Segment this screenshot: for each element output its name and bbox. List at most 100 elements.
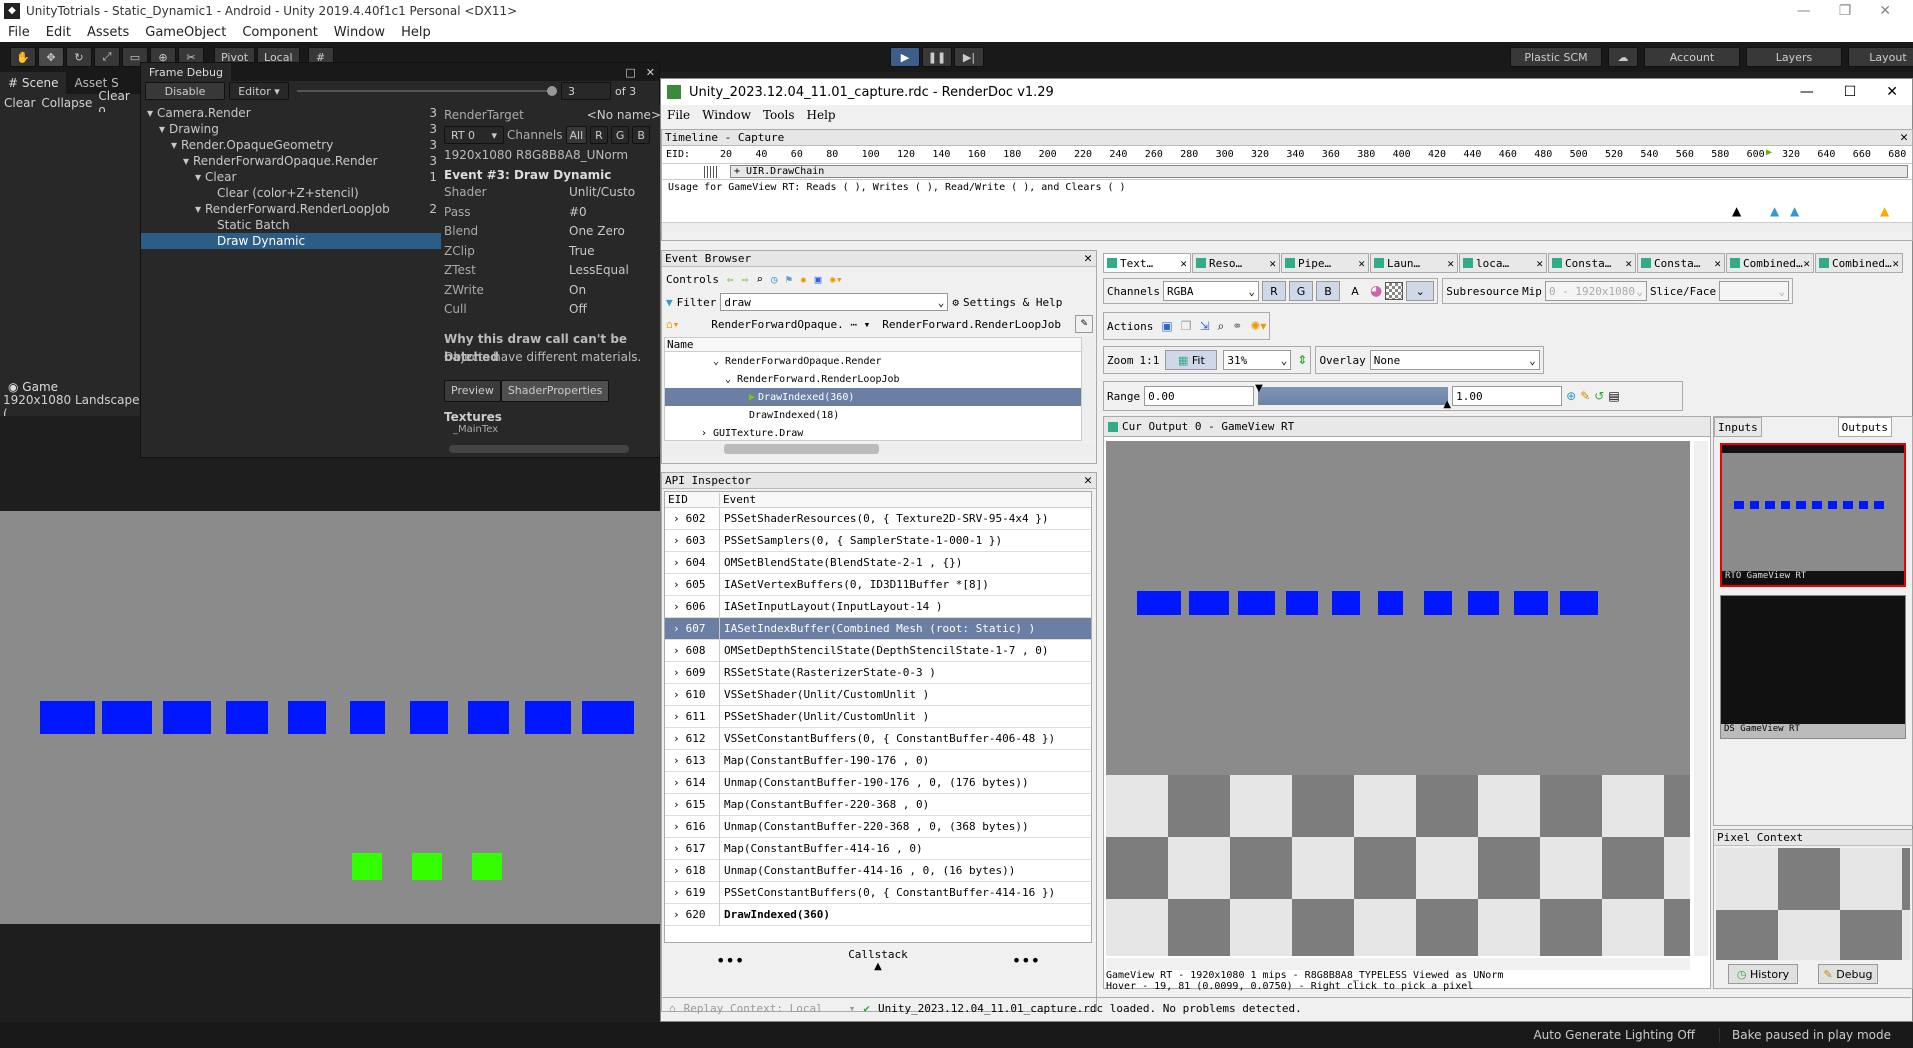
fit-button[interactable]: ▦ Fit [1165,350,1218,370]
menu-window[interactable]: Window [696,108,757,122]
expand-caret-icon[interactable]: › [673,688,680,701]
expand-caret-icon[interactable]: › [673,578,680,591]
api-call-row[interactable]: › 607 IASetIndexBuffer(Combined Mesh (root… [665,617,1091,640]
expand-caret-icon[interactable]: › [673,710,680,723]
expand-caret-icon[interactable]: › [673,820,680,833]
api-call-row[interactable]: › 612 VSSetConstantBuffers(0, { ConstantBu… [665,727,1091,750]
menu-assets[interactable]: Assets [79,25,137,40]
frame-step-slider[interactable] [297,82,557,100]
close-icon[interactable]: ✕ [1892,257,1899,270]
output-thumbnail-ds[interactable]: DS GameView RT [1720,595,1906,739]
details-scrollbar[interactable] [449,445,629,453]
next-action-icon[interactable]: ⇨ [742,273,749,286]
event-tree-item[interactable]: ⌄ RenderForwardOpaque.Render [665,352,1081,370]
menu-file[interactable]: File [0,25,38,40]
breadcrumb-1[interactable]: RenderForwardOpaque. ⋯ ▾ [711,318,870,331]
expand-caret-icon[interactable]: ▾ [195,201,205,217]
pause-button[interactable]: ❚❚ [922,47,952,67]
callstack-label[interactable]: Callstack [848,948,908,961]
zoom-range-icon[interactable]: ⊕ [1566,389,1576,403]
channels-dropdown[interactable]: RGBA ⌄ [1162,281,1259,301]
range-min-input[interactable]: 0.00 [1144,386,1255,406]
frame-tree-item[interactable]: ▾ Camera.Render 3 [141,105,441,121]
reset-range-icon[interactable]: ↺ [1594,389,1604,403]
expand-caret-icon[interactable]: ▾ [183,153,193,169]
expand-caret-icon[interactable]: ⌄ [713,356,725,367]
step-button[interactable]: ▶| [954,47,984,67]
close-icon[interactable]: ✕ [1536,257,1543,270]
minimize-icon[interactable]: — [1800,84,1814,100]
menu-gameobject[interactable]: GameObject [137,25,234,40]
settings-icon[interactable]: ✺▾ [1250,319,1266,333]
texture-canvas[interactable] [1106,441,1690,956]
expand-up-icon[interactable]: ▲ [848,961,908,972]
timer-icon[interactable]: ◷ [771,273,778,286]
rotate-tool-icon[interactable]: ↻ [66,47,92,67]
range-max-handle[interactable]: ▲ [1443,399,1451,410]
close-icon[interactable]: ✕ [1886,84,1898,100]
close-icon[interactable]: ✕ [1879,3,1891,19]
expand-caret-icon[interactable]: › [673,512,680,525]
texture-viewer-tab[interactable]: Text… ✕ [1103,253,1191,273]
goto-location-icon[interactable]: ⇲ [1199,319,1209,333]
texture-viewer-tab[interactable]: Pipe… ✕ [1281,253,1369,273]
api-call-row[interactable]: › 615 Map(ConstantBuffer-220-368 , 0) [665,793,1091,816]
range-min-handle[interactable]: ▼ [1255,383,1263,394]
tab-scene[interactable]: # Scene [0,72,67,94]
close-icon[interactable]: ✕ [1447,257,1454,270]
more-icon[interactable]: ••• [1012,951,1040,970]
api-call-row[interactable]: › 614 Unmap(ConstantBuffer-190-176 , 0, (1… [665,771,1091,794]
scale-tool-icon[interactable]: ⤢ [94,47,120,67]
find-icon[interactable]: ⌕ [756,273,763,286]
settings-help-button[interactable]: Settings & Help [963,296,1062,309]
api-call-row[interactable]: › 618 Unmap(ConstantBuffer-414-16 , 0, (16… [665,859,1091,882]
view-icon[interactable]: ⌕ [1218,319,1225,334]
breadcrumb-2[interactable]: RenderForward.RenderLoopJob [882,318,1061,331]
expand-caret-icon[interactable]: › [673,754,680,767]
channel-b-button[interactable]: B [632,126,650,144]
frame-tree-item[interactable]: Static Batch [141,217,441,233]
api-call-row[interactable]: › 602 PSSetShaderResources(0, { Texture2D-… [665,507,1091,530]
menu-help[interactable]: Help [801,108,842,122]
editor-dropdown[interactable]: Editor ▾ [229,82,289,100]
close-icon[interactable]: ✕ [1358,257,1365,270]
expand-caret-icon[interactable] [207,233,217,249]
expand-caret-icon[interactable]: › [673,556,680,569]
filter-input[interactable]: draw ⌄ [720,293,949,311]
api-call-row[interactable]: › 613 Map(ConstantBuffer-190-176 , 0) [665,749,1091,772]
expand-caret-icon[interactable]: ▾ [159,121,169,137]
zoom-1to1-button[interactable]: 1:1 [1140,354,1160,367]
edit-bookmark-icon[interactable]: ✎ [1075,315,1093,333]
more-icon[interactable]: ••• [716,951,744,970]
minimize-icon[interactable]: — [1797,3,1811,19]
account-dropdown[interactable]: Account [1644,47,1740,67]
api-call-row[interactable]: › 611 PSSetShader(Unlit/CustomUnlit ) [665,705,1091,728]
api-call-row[interactable]: › 608 OMSetDepthStencilState(DepthStencilS… [665,639,1091,662]
frame-tree-item[interactable]: Clear (color+Z+stencil) [141,185,441,201]
channel-b-toggle[interactable]: B [1315,281,1340,301]
flip-icon[interactable]: ⌄ [1406,281,1435,301]
channel-g-toggle[interactable]: G [1288,281,1313,301]
auto-fit-icon[interactable]: ✎ [1580,389,1590,403]
expand-caret-icon[interactable]: ▾ [147,105,157,121]
expand-caret-icon[interactable]: › [673,666,680,679]
expand-caret-icon[interactable]: › [701,428,713,439]
expand-caret-icon[interactable]: › [673,732,680,745]
save-texture-icon[interactable]: ▣ [1161,319,1172,333]
api-call-row[interactable]: › 616 Unmap(ConstantBuffer-220-368 , 0, (3… [665,815,1091,838]
api-call-row[interactable]: › 620 DrawIndexed(360) [665,903,1091,926]
timeline-ruler[interactable]: EID: ▶ 20 40 60 80 100 120 140 160 180 200 220 240 2… [662,146,1912,164]
link-icon[interactable]: ⚭ [1232,319,1242,333]
close-icon[interactable]: ✕ [1084,251,1096,266]
api-call-row[interactable]: › 606 IASetInputLayout(InputLayout-14 ) [665,595,1091,618]
close-icon[interactable]: ✕ [1084,473,1096,488]
timeline-chain[interactable]: + UIR.DrawChain [662,164,1912,180]
menu-tools[interactable]: Tools [757,108,801,122]
settings-gear-icon[interactable]: ✹ [800,273,807,286]
tab-frame-debug[interactable]: Frame Debug [141,63,231,81]
history-button[interactable]: ◷ History [1728,964,1798,984]
close-icon[interactable]: ✕ [1900,130,1912,145]
api-call-row[interactable]: › 617 Map(ConstantBuffer-414-16 , 0) [665,837,1091,860]
event-tree-hscroll[interactable] [664,443,1094,455]
event-tree-item[interactable]: DrawIndexed(18) [665,406,1081,424]
